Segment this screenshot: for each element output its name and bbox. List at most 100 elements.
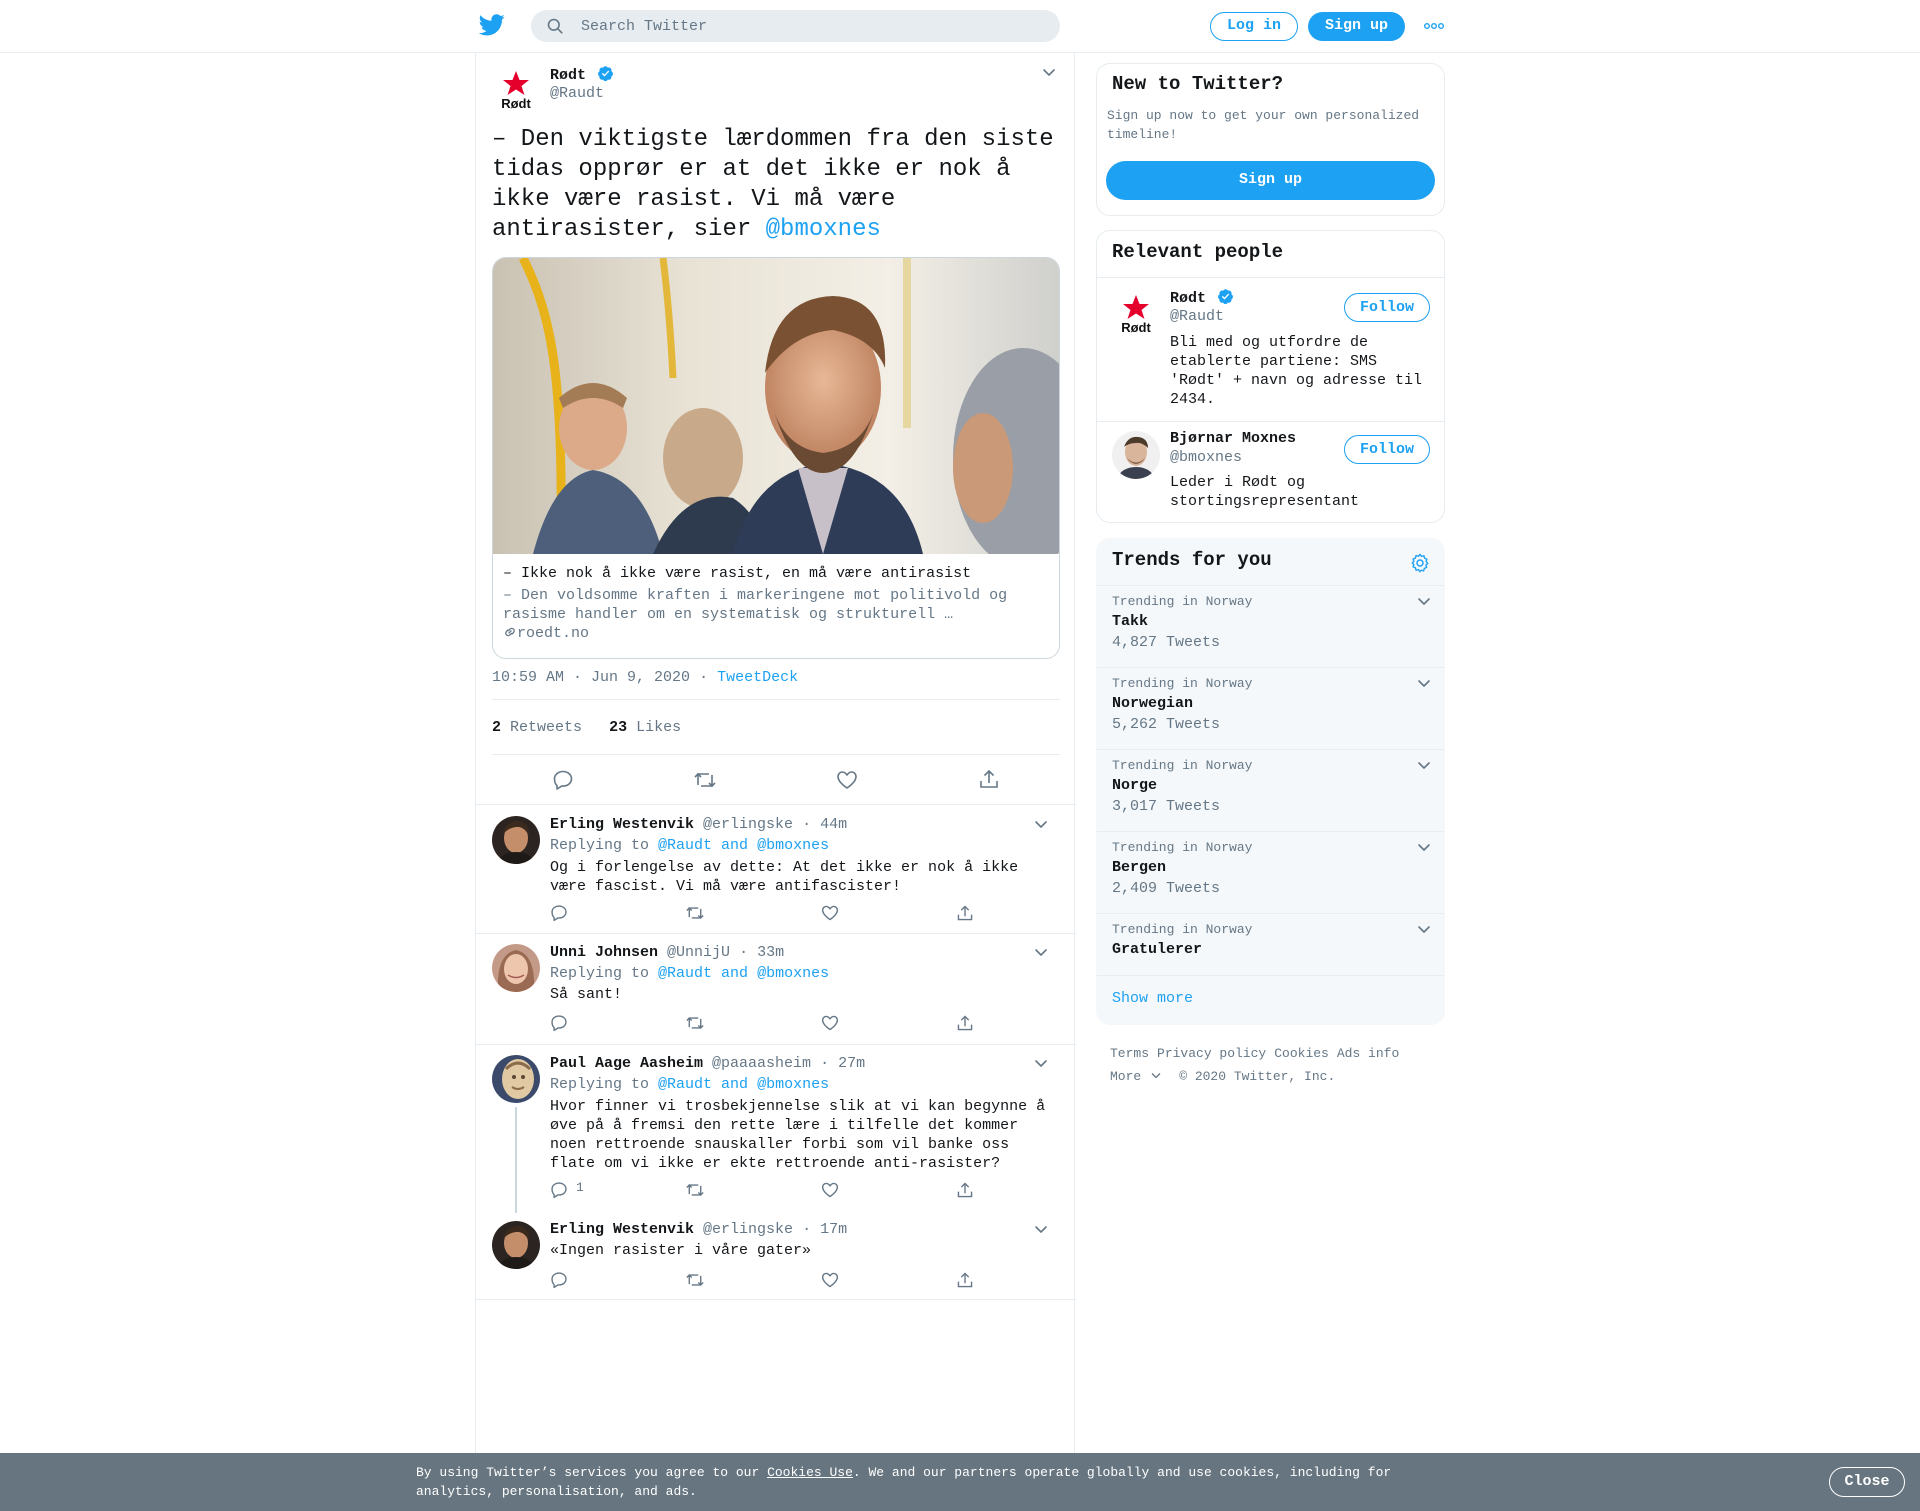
replying-to-links[interactable]: @Raudt and @bmoxnes [658,1076,829,1093]
reply-menu-chevron-icon[interactable] [1034,1224,1048,1234]
reply-time[interactable]: · 27m [820,1055,865,1072]
cookie-close-button[interactable]: Close [1829,1467,1905,1497]
search-input[interactable] [581,10,1041,42]
reply-author-name[interactable]: Erling Westenvik [550,816,694,833]
footer-terms-link[interactable]: Terms [1110,1046,1149,1061]
reply-avatar[interactable] [492,1221,540,1269]
share-icon[interactable] [956,1181,974,1199]
reply-author-name[interactable]: Paul Aage Aasheim [550,1055,703,1072]
tweet-stats: 2 Retweets 23 Likes [492,719,681,736]
mention-link[interactable]: @bmoxnes [766,216,881,243]
reply-icon[interactable] [550,1271,568,1289]
reply-author-handle[interactable]: @erlingske [703,816,793,833]
reply-author-handle[interactable]: @paaaasheim [712,1055,811,1072]
reply-tweet[interactable]: Erling Westenvik @erlingske · 44m Replyi… [476,805,1076,934]
person-name[interactable]: Rødt [1170,288,1234,307]
share-icon[interactable] [956,1014,974,1032]
like-icon[interactable] [821,1014,839,1032]
footer-privacy-link[interactable]: Privacy policy [1157,1046,1266,1061]
search-box[interactable] [531,10,1060,42]
replying-to-links[interactable]: @Raudt and @bmoxnes [658,837,829,854]
likes-stat[interactable]: 23 Likes [609,719,681,736]
trend-chevron-icon[interactable] [1417,596,1431,606]
more-dots-icon[interactable] [1424,22,1444,30]
trend-chevron-icon[interactable] [1417,678,1431,688]
twitter-logo-icon[interactable] [479,14,505,38]
replying-prefix: Replying to [550,1076,650,1093]
replying-to: Replying to @Raudt and @bmoxnes [550,965,829,982]
sidebar-signup-button[interactable]: Sign up [1106,161,1435,200]
author-avatar[interactable]: Rødt [492,65,540,113]
cookies-use-link[interactable]: Cookies Use [767,1465,853,1480]
settings-gear-icon[interactable] [1409,552,1431,574]
reply-icon[interactable] [550,1014,568,1032]
like-icon[interactable] [821,1181,839,1199]
person-handle[interactable]: @bmoxnes [1170,449,1242,466]
like-icon[interactable] [821,904,839,922]
retweet-icon[interactable] [685,1014,705,1032]
retweet-icon[interactable] [685,1271,705,1289]
retweet-icon[interactable] [693,769,717,791]
person-handle[interactable]: @Raudt [1170,308,1224,325]
retweet-icon[interactable] [685,904,705,922]
trend-item[interactable]: Trending in Norway Norge 3,017 Tweets [1097,749,1444,831]
reply-time[interactable]: · 44m [802,816,847,833]
trend-item[interactable]: Trending in Norway Bergen 2,409 Tweets [1097,831,1444,913]
author-handle[interactable]: @Raudt [550,85,604,102]
reply-icon[interactable]: 1 [550,1180,584,1199]
trend-item[interactable]: Trending in Norway Takk 4,827 Tweets [1097,585,1444,667]
person-name[interactable]: Bjørnar Moxnes [1170,430,1296,447]
reply-author-handle[interactable]: @UnnijU [667,944,730,961]
tweet-source-link[interactable]: TweetDeck [717,669,798,686]
reply-menu-chevron-icon[interactable] [1034,947,1048,957]
tweet-menu-chevron-icon[interactable] [1042,67,1056,77]
footer-ads-link[interactable]: Ads info [1337,1046,1399,1061]
trend-item[interactable]: Trending in Norway Gratulerer [1097,913,1444,975]
like-icon[interactable] [821,1271,839,1289]
reply-menu-chevron-icon[interactable] [1034,819,1048,829]
signup-button[interactable]: Sign up [1308,12,1405,41]
trend-chevron-icon[interactable] [1417,760,1431,770]
tweet-timestamp[interactable]: 10:59 AM · Jun 9, 2020 [492,669,690,686]
footer-cookies-link[interactable]: Cookies [1274,1046,1329,1061]
share-icon[interactable] [956,1271,974,1289]
trend-chevron-icon[interactable] [1417,842,1431,852]
reply-header: Erling Westenvik @erlingske · 44m [550,816,847,833]
reply-tweet[interactable]: Erling Westenvik @erlingske · 17m «Ingen… [476,1211,1076,1300]
link-card[interactable]: – Ikke nok å ikke være rasist, en må vær… [492,257,1060,659]
footer-more-link[interactable]: More [1110,1069,1169,1084]
reply-icon[interactable] [552,769,574,791]
reply-avatar[interactable] [492,944,540,992]
footer-more-label: More [1110,1069,1142,1084]
share-icon[interactable] [978,768,1000,790]
reply-icon[interactable] [550,904,568,922]
reply-author-handle[interactable]: @erlingske [703,1221,793,1238]
reply-time[interactable]: · 17m [802,1221,847,1238]
author-name[interactable]: Rødt [550,65,614,84]
follow-button[interactable]: Follow [1344,435,1430,464]
reply-author-name[interactable]: Unni Johnsen [550,944,658,961]
share-icon[interactable] [956,904,974,922]
retweet-icon[interactable] [685,1181,705,1199]
reply-actions [550,1014,990,1034]
reply-time[interactable]: · 33m [739,944,784,961]
reply-avatar[interactable] [492,1055,540,1103]
retweets-stat[interactable]: 2 Retweets [492,719,582,736]
main-column: Rødt Rødt @Raudt – Den viktigste lærdomm… [475,53,1076,1453]
show-more-link[interactable]: Show more [1112,990,1193,1007]
reply-menu-chevron-icon[interactable] [1034,1058,1048,1068]
reply-author-name[interactable]: Erling Westenvik [550,1221,694,1238]
person-avatar[interactable]: Rødt [1112,289,1160,337]
reply-tweet[interactable]: Paul Aage Aasheim @paaaasheim · 27m Repl… [476,1045,1076,1213]
replying-to: Replying to @Raudt and @bmoxnes [550,1076,829,1093]
login-button[interactable]: Log in [1210,12,1298,41]
follow-button[interactable]: Follow [1344,293,1430,322]
like-icon[interactable] [836,769,858,791]
trend-chevron-icon[interactable] [1417,924,1431,934]
reply-tweet[interactable]: Unni Johnsen @UnnijU · 33m Replying to @… [476,934,1076,1045]
trend-context: Trending in Norway [1112,758,1253,773]
replying-to-links[interactable]: @Raudt and @bmoxnes [658,965,829,982]
person-avatar[interactable] [1112,431,1160,479]
trend-item[interactable]: Trending in Norway Norwegian 5,262 Tweet… [1097,667,1444,749]
reply-avatar[interactable] [492,816,540,864]
